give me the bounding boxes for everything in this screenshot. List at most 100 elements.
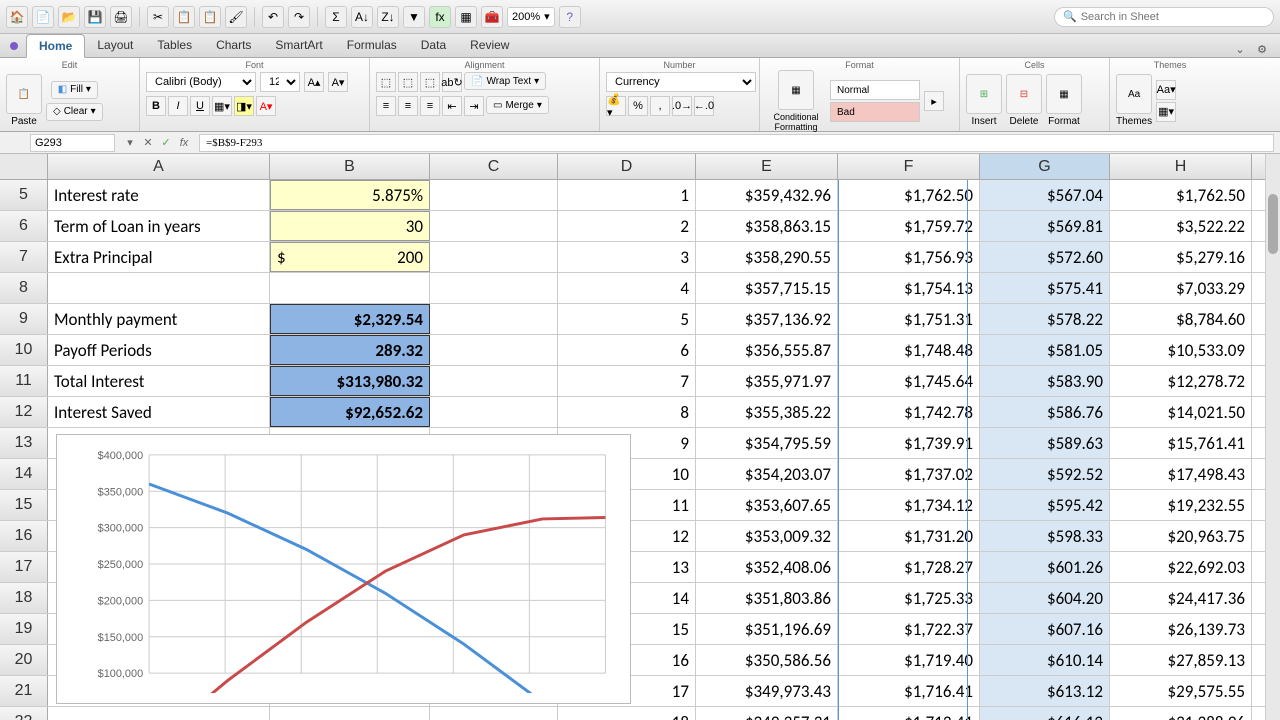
cell-E21[interactable]: $349,973.43: [696, 676, 838, 706]
bold-button[interactable]: B: [146, 96, 166, 116]
cell-E22[interactable]: $349,357.31: [696, 707, 838, 720]
decrease-font-icon[interactable]: A▾: [328, 72, 348, 92]
cell-E11[interactable]: $355,971.97: [696, 366, 838, 396]
clear-button[interactable]: ◇Clear▾: [46, 103, 103, 121]
cell-F14[interactable]: $1,737.02: [838, 459, 980, 489]
cell-G11[interactable]: $583.90: [980, 366, 1110, 396]
zoom-selector[interactable]: 200%▾: [507, 7, 555, 27]
row-header-6[interactable]: 6: [0, 211, 48, 241]
col-header-E[interactable]: E: [696, 154, 838, 179]
cell-H21[interactable]: $29,575.55: [1110, 676, 1252, 706]
save-icon[interactable]: 💾: [84, 6, 106, 28]
percent-icon[interactable]: %: [628, 96, 648, 116]
cell-B7[interactable]: $200: [270, 242, 430, 272]
cell-H11[interactable]: $12,278.72: [1110, 366, 1252, 396]
row-header-7[interactable]: 7: [0, 242, 48, 272]
align-middle-icon[interactable]: ⬚: [398, 72, 418, 92]
cell-A6[interactable]: Term of Loan in years: [48, 211, 270, 241]
cell-C22[interactable]: [430, 707, 558, 720]
print-icon[interactable]: 🖨: [110, 6, 132, 28]
cell-B22[interactable]: [270, 707, 430, 720]
cell-H6[interactable]: $3,522.22: [1110, 211, 1252, 241]
cell-F18[interactable]: $1,725.33: [838, 583, 980, 613]
row-header-15[interactable]: 15: [0, 490, 48, 520]
align-left-icon[interactable]: ≡: [376, 96, 396, 116]
cell-B12[interactable]: $92,652.62: [270, 397, 430, 427]
border-button[interactable]: ▦▾: [212, 96, 232, 116]
styles-more-icon[interactable]: ▸: [924, 91, 944, 111]
copy-icon[interactable]: 📋: [173, 6, 195, 28]
filter-icon[interactable]: ▼: [403, 6, 425, 28]
cell-F22[interactable]: $1,713.41: [838, 707, 980, 720]
cell-E6[interactable]: $358,863.15: [696, 211, 838, 241]
cell-G17[interactable]: $601.26: [980, 552, 1110, 582]
style-bad[interactable]: Bad: [830, 102, 920, 122]
cell-E8[interactable]: $357,715.15: [696, 273, 838, 303]
merge-button[interactable]: ▭Merge▾: [486, 96, 549, 114]
cell-C7[interactable]: [430, 242, 558, 272]
cell-F19[interactable]: $1,722.37: [838, 614, 980, 644]
italic-button[interactable]: I: [168, 96, 188, 116]
tab-formulas[interactable]: Formulas: [335, 34, 409, 57]
col-header-D[interactable]: D: [558, 154, 696, 179]
app-menu-icon[interactable]: [10, 42, 18, 50]
cell-H13[interactable]: $15,761.41: [1110, 428, 1252, 458]
cell-F12[interactable]: $1,742.78: [838, 397, 980, 427]
cell-G10[interactable]: $581.05: [980, 335, 1110, 365]
sort-desc-icon[interactable]: Z↓: [377, 6, 399, 28]
cell-C5[interactable]: [430, 180, 558, 210]
cell-B11[interactable]: $313,980.32: [270, 366, 430, 396]
style-normal[interactable]: Normal: [830, 80, 920, 100]
paste-button[interactable]: 📋: [6, 74, 42, 114]
cell-D5[interactable]: 1: [558, 180, 696, 210]
row-header-5[interactable]: 5: [0, 180, 48, 210]
cell-A7[interactable]: Extra Principal: [48, 242, 270, 272]
search-in-sheet[interactable]: 🔍: [1054, 7, 1274, 27]
col-header-C[interactable]: C: [430, 154, 558, 179]
row-header-13[interactable]: 13: [0, 428, 48, 458]
cell-A8[interactable]: [48, 273, 270, 303]
col-header-B[interactable]: B: [270, 154, 430, 179]
cell-A12[interactable]: Interest Saved: [48, 397, 270, 427]
comma-icon[interactable]: ,: [650, 96, 670, 116]
row-header-10[interactable]: 10: [0, 335, 48, 365]
row-header-9[interactable]: 9: [0, 304, 48, 334]
collapse-ribbon-icon[interactable]: ⌄: [1232, 41, 1248, 57]
cell-C10[interactable]: [430, 335, 558, 365]
cell-F21[interactable]: $1,716.41: [838, 676, 980, 706]
fx-icon[interactable]: fx: [429, 6, 451, 28]
increase-indent-icon[interactable]: ⇥: [464, 96, 484, 116]
cell-H9[interactable]: $8,784.60: [1110, 304, 1252, 334]
font-name-select[interactable]: Calibri (Body): [146, 72, 256, 92]
themes-button[interactable]: Aa: [1116, 74, 1152, 114]
delete-cells-button[interactable]: ⊟: [1006, 74, 1042, 114]
cell-F20[interactable]: $1,719.40: [838, 645, 980, 675]
format-painter-icon[interactable]: 🖌: [225, 6, 247, 28]
row-header-12[interactable]: 12: [0, 397, 48, 427]
vertical-scrollbar[interactable]: [1265, 154, 1280, 720]
increase-font-icon[interactable]: A▴: [304, 72, 324, 92]
col-header-F[interactable]: F: [838, 154, 980, 179]
select-all-corner[interactable]: [0, 154, 48, 179]
insert-cells-button[interactable]: ⊞: [966, 74, 1002, 114]
cell-E16[interactable]: $353,009.32: [696, 521, 838, 551]
cell-G12[interactable]: $586.76: [980, 397, 1110, 427]
cell-F6[interactable]: $1,759.72: [838, 211, 980, 241]
cell-G21[interactable]: $613.12: [980, 676, 1110, 706]
cell-F13[interactable]: $1,739.91: [838, 428, 980, 458]
number-format-select[interactable]: Currency: [606, 72, 756, 92]
show-hide-icon[interactable]: ▦: [455, 6, 477, 28]
cell-F9[interactable]: $1,751.31: [838, 304, 980, 334]
cancel-formula-icon[interactable]: ✕: [139, 134, 157, 152]
cell-B8[interactable]: [270, 273, 430, 303]
row-header-17[interactable]: 17: [0, 552, 48, 582]
cell-A10[interactable]: Payoff Periods: [48, 335, 270, 365]
cell-A5[interactable]: Interest rate: [48, 180, 270, 210]
cell-G13[interactable]: $589.63: [980, 428, 1110, 458]
fx-formula-icon[interactable]: fx: [175, 134, 193, 152]
cell-H12[interactable]: $14,021.50: [1110, 397, 1252, 427]
cell-D12[interactable]: 8: [558, 397, 696, 427]
cell-D7[interactable]: 3: [558, 242, 696, 272]
cell-E15[interactable]: $353,607.65: [696, 490, 838, 520]
cell-G7[interactable]: $572.60: [980, 242, 1110, 272]
